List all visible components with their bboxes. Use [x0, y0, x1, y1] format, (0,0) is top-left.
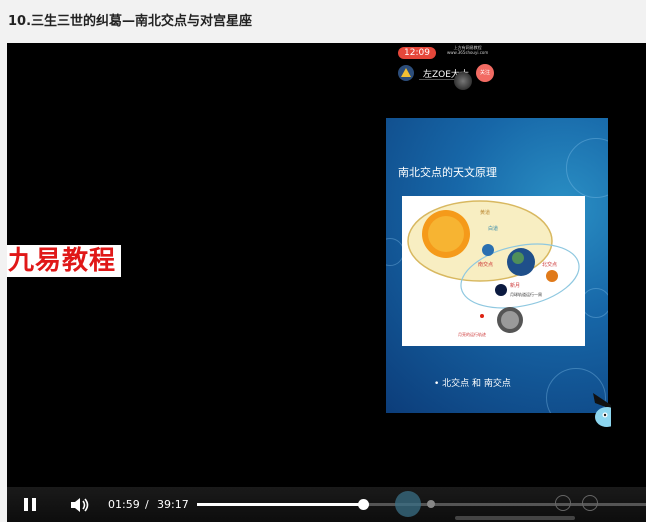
volume-button[interactable] [69, 496, 91, 514]
sun-core [428, 216, 464, 252]
share-icon [555, 495, 571, 511]
progress-fill [197, 503, 363, 506]
follow-button: 关注 [476, 64, 494, 82]
slide-ring [581, 288, 608, 318]
total-time: 39:17 [157, 498, 189, 511]
current-time: 01:59 [108, 498, 140, 511]
north-node-marker [546, 270, 558, 282]
ghost-dot [427, 500, 435, 508]
stream-time: 12:09 [398, 47, 436, 59]
lesson-title: 10.三生三世的纠葛—南北交点与对宫星座 [8, 14, 253, 29]
host-avatar [398, 65, 414, 81]
control-bar: 01:59 / 39:17 [7, 487, 646, 522]
label-moon-orbit: 白道 [488, 225, 498, 232]
watermark: 九易教程 [7, 245, 122, 277]
label-south-node: 南交点 [478, 261, 493, 268]
label-new-moon: 新月 [510, 282, 520, 289]
bottom-strip [455, 516, 575, 520]
label-north-node: 北交点 [542, 261, 557, 268]
time-separator: / [145, 498, 149, 511]
mascot-icon [591, 393, 611, 433]
slide: 南北交点的天文原理 黄道 白道 南交点 北交点 新月 月球轨道运行一周 月亮的运… [386, 118, 608, 413]
pause-button[interactable] [23, 497, 39, 513]
stream-site: 上方有网易教程 www.365shouyi.com [447, 45, 488, 55]
label-full-moon: 月亮的运行轨迹 [458, 331, 486, 337]
ghost-circle [395, 491, 421, 517]
slide-title: 南北交点的天文原理 [398, 166, 497, 179]
pause-icon [24, 498, 28, 511]
orbit-point [480, 314, 484, 318]
power-icon [582, 495, 598, 511]
progress-bar[interactable] [197, 499, 646, 510]
south-node-marker [482, 244, 494, 256]
diagram-svg: 黄道 白道 南交点 北交点 新月 月球轨道运行一周 月亮的运行轨迹 [407, 200, 580, 337]
stream-site-line2: www.365shouyi.com [447, 50, 489, 55]
label-ecliptic: 黄道 [480, 209, 490, 216]
new-moon [495, 284, 507, 296]
earth-land [512, 252, 524, 264]
pause-icon [32, 498, 36, 511]
progress-handle[interactable] [357, 499, 369, 510]
slide-bullet: • 北交点 和 南交点 [434, 379, 511, 389]
page: 10.三生三世的纠葛—南北交点与对宫星座 九易教程 12:09 上方有网易教程 … [0, 0, 646, 522]
gray-dot [454, 72, 472, 90]
video-player[interactable]: 九易教程 12:09 上方有网易教程 www.365shouyi.com 左ZO… [7, 43, 646, 522]
astronomy-diagram: 黄道 白道 南交点 北交点 新月 月球轨道运行一周 月亮的运行轨迹 [402, 196, 585, 346]
label-moon-path: 月球轨道运行一周 [510, 291, 542, 297]
slide-ring [566, 138, 608, 198]
full-moon-face [501, 311, 519, 329]
speaker-icon [71, 498, 89, 512]
